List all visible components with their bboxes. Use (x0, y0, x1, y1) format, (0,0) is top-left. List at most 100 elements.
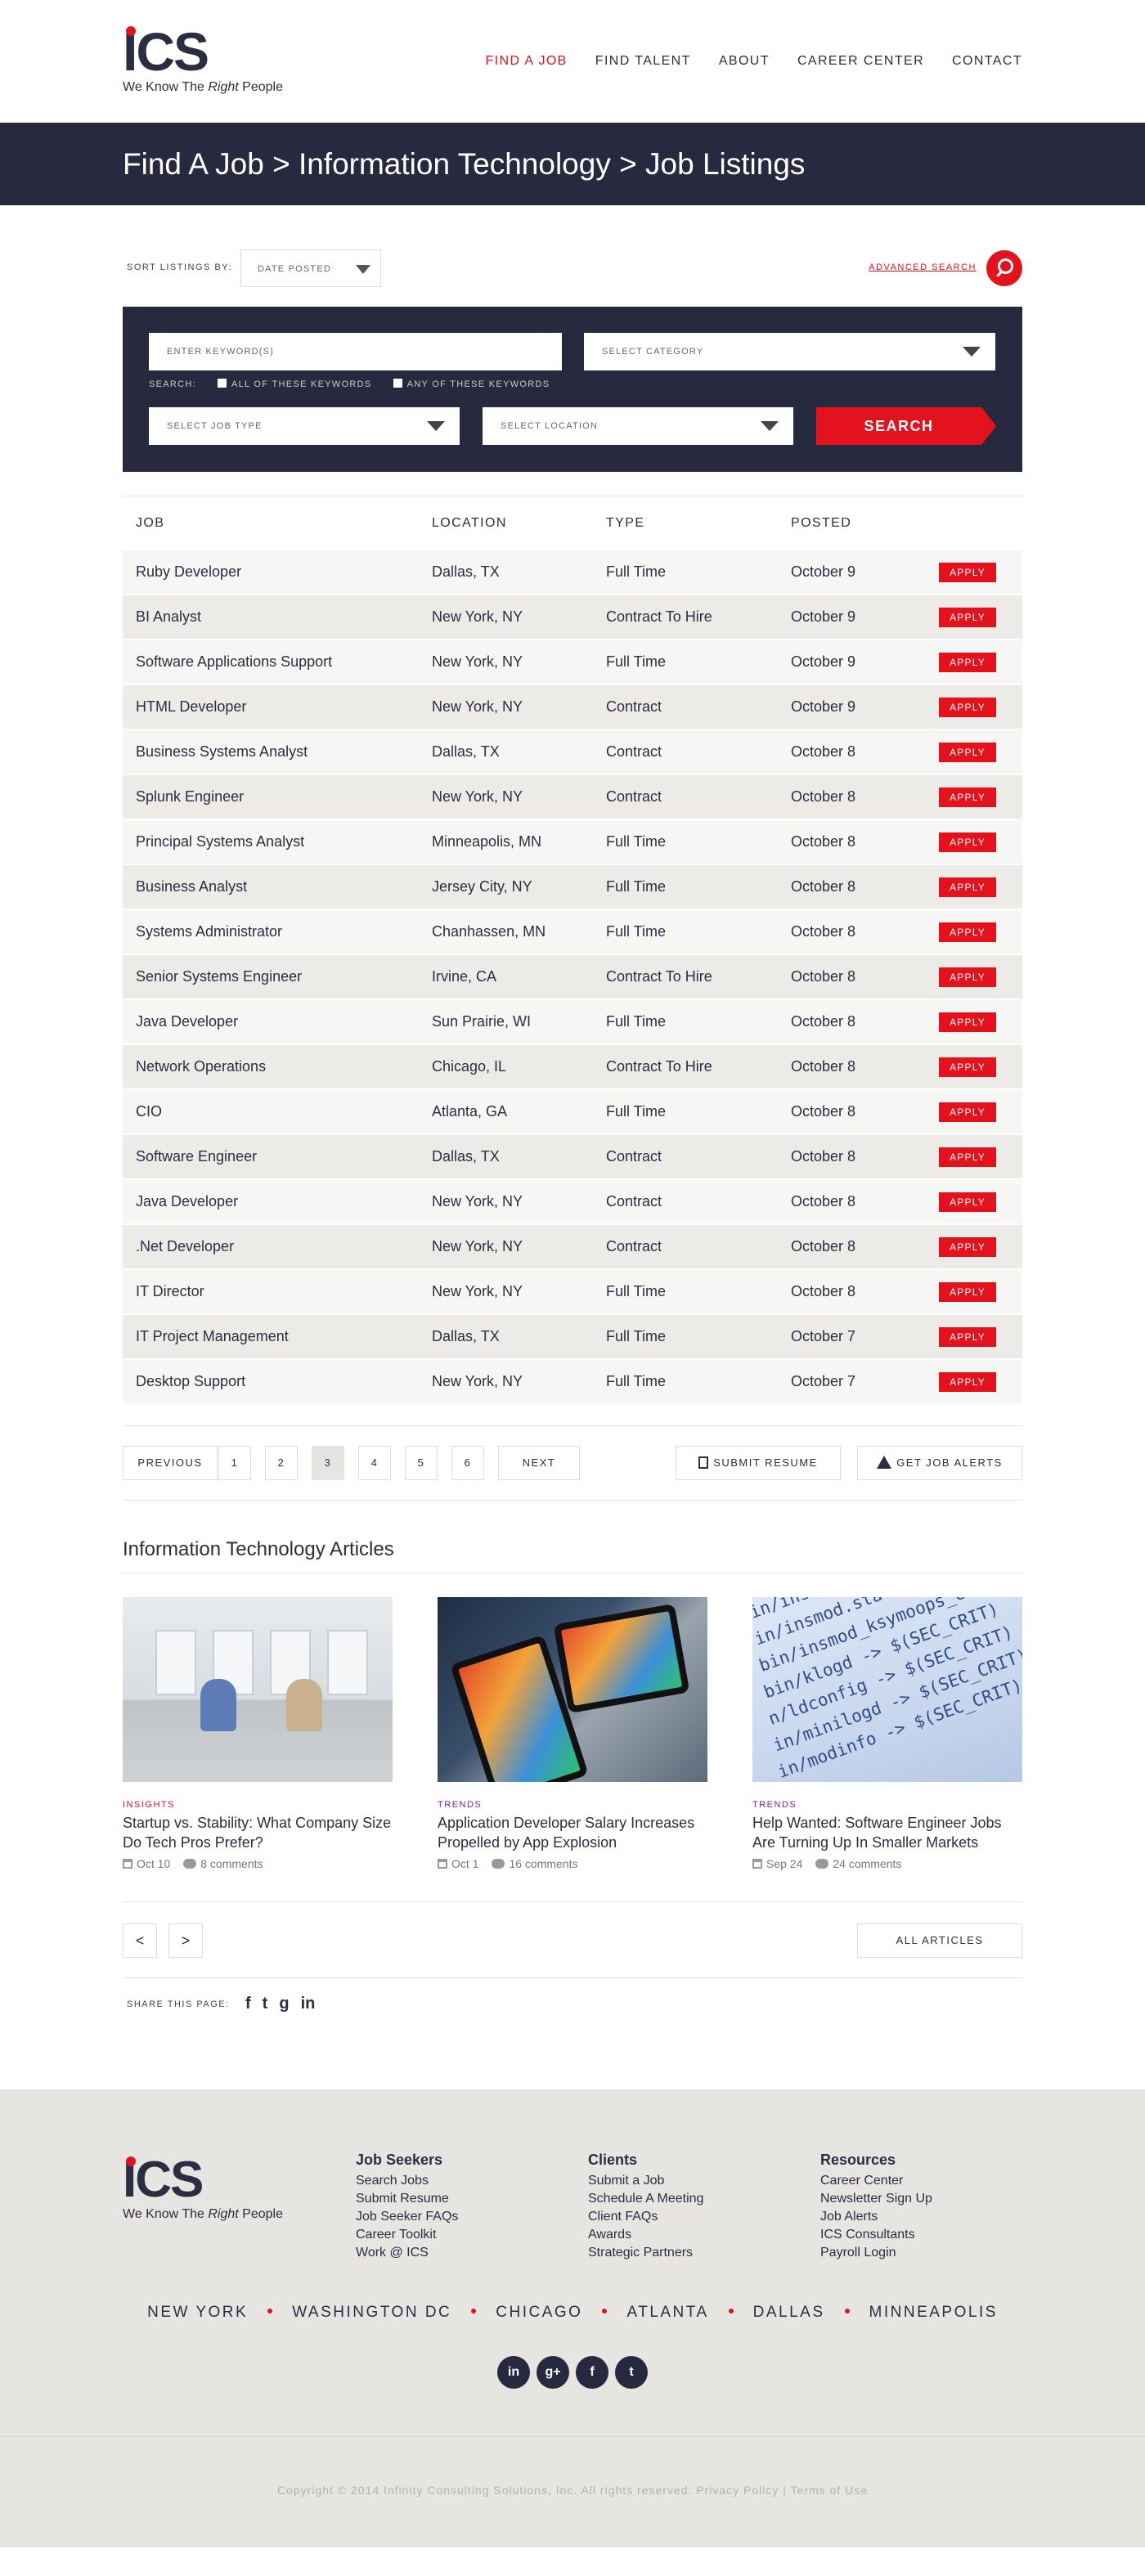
apply-button[interactable]: APPLY (939, 1326, 996, 1347)
job-title-cell[interactable]: Java Developer (123, 1013, 432, 1030)
article-image[interactable]: in/insmod -> $(SEC_CRIT)in/insmod.static… (752, 1597, 1022, 1782)
job-title-cell[interactable]: Business Analyst (123, 878, 432, 895)
article-title[interactable]: Help Wanted: Software Engineer Jobs Are … (752, 1813, 1022, 1852)
footer-link[interactable]: Client FAQs (588, 2208, 820, 2226)
location-select[interactable]: SELECT LOCATION (483, 407, 793, 445)
next-button[interactable]: NEXT (498, 1446, 580, 1480)
checkbox[interactable] (218, 379, 227, 388)
category-select[interactable]: SELECT CATEGORY (584, 333, 995, 370)
job-type-select[interactable]: SELECT JOB TYPE (149, 407, 460, 445)
option-all-keywords[interactable]: ALL OF THESE KEYWORDS (218, 379, 372, 389)
page-2[interactable]: 2 (265, 1446, 298, 1480)
table-row[interactable]: CIO Atlanta, GA Full Time October 8 APPLY (123, 1090, 1022, 1133)
table-row[interactable]: .Net Developer New York, NY Contract Octobe… (123, 1225, 1022, 1268)
table-row[interactable]: BI Analyst New York, NY Contract To Hire Oc… (123, 595, 1022, 639)
advanced-search-link[interactable]: ADVANCED SEARCH (869, 263, 977, 272)
apply-button[interactable]: APPLY (939, 967, 996, 987)
footer-link[interactable]: Job Alerts (820, 2208, 1053, 2226)
article-title[interactable]: Application Developer Salary Increases P… (438, 1813, 707, 1852)
article-image[interactable] (438, 1597, 707, 1782)
google-plus-icon[interactable]: g+ (537, 2356, 569, 2389)
apply-button[interactable]: APPLY (939, 562, 996, 582)
apply-button[interactable]: APPLY (939, 1236, 996, 1257)
nav-find-talent[interactable]: FIND TALENT (595, 54, 691, 69)
col-location[interactable]: LOCATION (432, 516, 606, 531)
job-title-cell[interactable]: Systems Administrator (123, 923, 432, 940)
article-tag[interactable]: INSIGHTS (123, 1800, 393, 1810)
table-row[interactable]: HTML Developer New York, NY Contract Octobe… (123, 685, 1022, 729)
page-3[interactable]: 3 (312, 1446, 344, 1480)
table-row[interactable]: Business Analyst Jersey City, NY Full Time… (123, 865, 1022, 909)
table-row[interactable]: Desktop Support New York, NY Full Time Octo… (123, 1360, 1022, 1403)
job-title-cell[interactable]: IT Project Management (123, 1328, 432, 1345)
apply-button[interactable]: APPLY (939, 922, 996, 942)
footer-link[interactable]: Job Seeker FAQs (356, 2208, 588, 2226)
col-type[interactable]: TYPE (606, 516, 791, 531)
apply-button[interactable]: APPLY (939, 1012, 996, 1032)
apply-button[interactable]: APPLY (939, 1147, 996, 1167)
footer-link[interactable]: ICS Consultants (820, 2226, 1053, 2244)
ics-logo[interactable]: ICS We Know The Right People (123, 25, 283, 95)
linkedin-icon[interactable]: in (301, 1995, 316, 2013)
facebook-icon[interactable]: f (245, 1995, 251, 2013)
footer-link[interactable]: Newsletter Sign Up (820, 2190, 1053, 2208)
twitter-icon[interactable]: t (615, 2356, 648, 2389)
article-card[interactable]: INSIGHTS Startup vs. Stability: What Com… (123, 1597, 393, 1870)
facebook-icon[interactable]: f (576, 2356, 608, 2389)
job-title-cell[interactable]: Splunk Engineer (123, 788, 432, 806)
apply-button[interactable]: APPLY (939, 1281, 996, 1302)
google-plus-icon[interactable]: g (279, 1995, 289, 2013)
footer-link[interactable]: Payroll Login (820, 2244, 1053, 2262)
job-title-cell[interactable]: Ruby Developer (123, 563, 432, 581)
all-articles-button[interactable]: ALL ARTICLES (857, 1923, 1022, 1958)
footer-logo[interactable]: ICS We Know The Right People (123, 2155, 283, 2222)
footer-link[interactable]: Strategic Partners (588, 2244, 820, 2262)
search-icon[interactable] (986, 250, 1022, 286)
job-title-cell[interactable]: Software Applications Support (123, 653, 432, 671)
keywords-input[interactable]: ENTER KEYWORD(S) (149, 333, 562, 370)
table-row[interactable]: Software Engineer Dallas, TX Contract Octob… (123, 1135, 1022, 1178)
job-title-cell[interactable]: Desktop Support (123, 1373, 432, 1390)
job-alerts-button[interactable]: GET JOB ALERTS (857, 1446, 1022, 1480)
article-tag[interactable]: TRENDS (438, 1800, 707, 1810)
job-title-cell[interactable]: Senior Systems Engineer (123, 968, 432, 985)
footer-link[interactable]: Awards (588, 2226, 820, 2244)
apply-button[interactable]: APPLY (939, 742, 996, 762)
col-posted[interactable]: POSTED (791, 516, 939, 531)
sort-select[interactable]: DATE POSTED (240, 249, 381, 287)
apply-button[interactable]: APPLY (939, 1057, 996, 1077)
col-job[interactable]: JOB (123, 516, 432, 531)
table-row[interactable]: Principal Systems Analyst Minneapolis, MN… (123, 820, 1022, 864)
article-image[interactable] (123, 1597, 393, 1782)
table-row[interactable]: Ruby Developer Dallas, TX Full Time October… (123, 550, 1022, 594)
option-any-keywords[interactable]: ANY OF THESE KEYWORDS (393, 379, 550, 389)
footer-link[interactable]: Submit a Job (588, 2172, 820, 2190)
table-row[interactable]: Network Operations Chicago, IL Contract To… (123, 1045, 1022, 1088)
article-title[interactable]: Startup vs. Stability: What Company Size… (123, 1813, 393, 1852)
apply-button[interactable]: APPLY (939, 652, 996, 672)
job-title-cell[interactable]: Network Operations (123, 1058, 432, 1075)
job-title-cell[interactable]: Principal Systems Analyst (123, 833, 432, 850)
footer-link[interactable]: Submit Resume (356, 2190, 588, 2208)
nav-about[interactable]: ABOUT (719, 54, 770, 69)
table-row[interactable]: Business Systems Analyst Dallas, TX Contra… (123, 730, 1022, 774)
apply-button[interactable]: APPLY (939, 697, 996, 717)
linkedin-icon[interactable]: in (497, 2356, 530, 2389)
footer-link[interactable]: Career Center (820, 2172, 1053, 2190)
apply-button[interactable]: APPLY (939, 1102, 996, 1122)
job-title-cell[interactable]: .Net Developer (123, 1238, 432, 1255)
page-5[interactable]: 5 (405, 1446, 438, 1480)
table-row[interactable]: Java Developer New York, NY Contract Octobe… (123, 1180, 1022, 1223)
footer-link[interactable]: Career Toolkit (356, 2226, 588, 2244)
previous-button[interactable]: PREVIOUS (123, 1446, 218, 1480)
twitter-icon[interactable]: t (263, 1995, 268, 2013)
submit-resume-button[interactable]: SUBMIT RESUME (676, 1446, 841, 1480)
apply-button[interactable]: APPLY (939, 832, 996, 852)
table-row[interactable]: Systems Administrator Chanhassen, MN Full … (123, 910, 1022, 954)
job-title-cell[interactable]: Business Systems Analyst (123, 743, 432, 761)
nav-find-a-job[interactable]: FIND A JOB (486, 54, 568, 69)
job-title-cell[interactable]: BI Analyst (123, 608, 432, 626)
job-title-cell[interactable]: HTML Developer (123, 698, 432, 716)
job-title-cell[interactable]: Software Engineer (123, 1148, 432, 1165)
footer-link[interactable]: Work @ ICS (356, 2244, 588, 2262)
